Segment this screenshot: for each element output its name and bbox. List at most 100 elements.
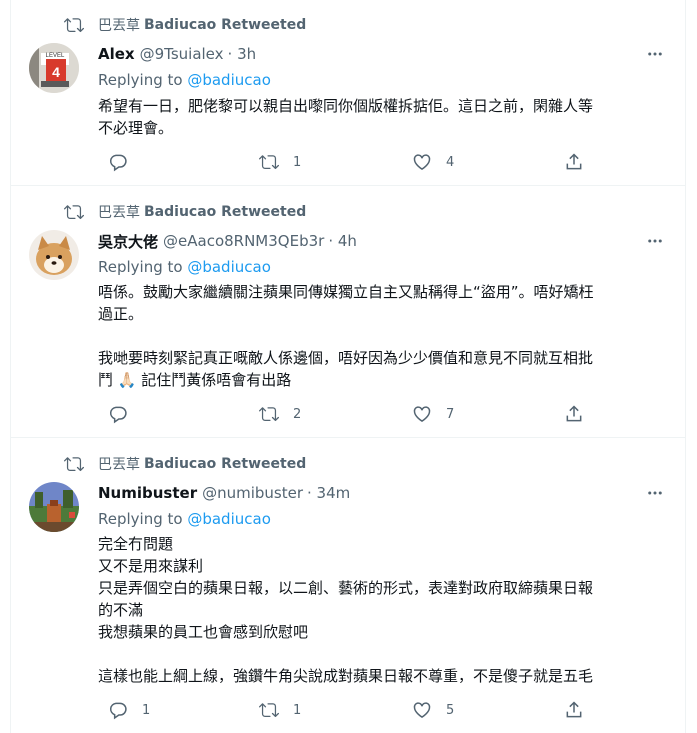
tweet-time[interactable]: · 4h — [328, 232, 357, 250]
like-icon — [413, 702, 431, 718]
avatar[interactable] — [29, 230, 79, 280]
timeline: 巴丟草 Badiucao Retweeted LEVEL 4 Alex @9Ts… — [10, 0, 686, 733]
tweet-text-line — [98, 643, 668, 665]
tweet[interactable]: 巴丟草 Badiucao Retweeted Numibuster @numib… — [11, 438, 685, 733]
tweet-text-line: 唔係。鼓勵大家繼續關注蘋果同傳媒獨立自主又點稱得上“盜用”。唔好矯枉 — [98, 283, 594, 301]
retweet-context: 巴丟草 Badiucao Retweeted — [64, 15, 306, 35]
retweet-button[interactable]: 2 — [259, 403, 301, 425]
replying-to: Replying to @badiucao — [98, 508, 271, 530]
retweet-count: 1 — [293, 154, 302, 170]
like-button[interactable]: 5 — [412, 699, 454, 721]
more-button[interactable] — [645, 231, 665, 251]
reply-button[interactable] — [108, 403, 142, 425]
tweet-text: 希望有一日，肥佬黎可以親自出嚟同你個版權拆掂佢。這日之前，閑雜人等 不必理會。 — [98, 95, 668, 139]
retweeter-name[interactable]: 巴丟草 — [98, 202, 140, 222]
avatar-level-number: 4 — [52, 64, 60, 80]
like-count: 7 — [446, 406, 455, 422]
retweet-button[interactable]: 1 — [259, 699, 301, 721]
reply-icon — [109, 702, 127, 720]
tweet-text-line: 希望有一日，肥佬黎可以親自出嚟同你個版權拆掂佢。這日之前，閑雜人等 — [98, 97, 594, 115]
tweet-time[interactable]: · 34m — [307, 484, 350, 502]
author-handle[interactable]: @eAaco8RNM3QEb3r — [163, 232, 324, 250]
tweet-actions: 1 1 5 — [98, 699, 582, 721]
replying-to-label: Replying to — [98, 510, 188, 528]
tweet-time[interactable]: · 3h — [228, 45, 257, 63]
tweet-text-line: 我哋要時刻緊記真正嘅敵人係邊個，唔好因為少少價值和意見不同就互相批 — [98, 349, 594, 367]
author-name[interactable]: 吳京大佬 — [98, 231, 158, 252]
retweeter-name[interactable]: 巴丟草 — [98, 454, 140, 474]
reply-button[interactable] — [108, 151, 142, 173]
tweet-text-line: 的不滿 — [98, 601, 144, 619]
like-count: 5 — [446, 702, 455, 718]
tweet-text-line: 這樣也能上綱上線，強鑽牛角尖說成對蘋果日報不尊重，不是傻子就是五毛 — [98, 667, 594, 685]
tweet-text-line: 鬥 🙏🏻 記住鬥黃係唔會有出路 — [98, 371, 292, 389]
tweet-text-line: 過正。 — [98, 305, 144, 323]
reply-button[interactable]: 1 — [108, 699, 150, 721]
tweet-text: 唔係。鼓勵大家繼續關注蘋果同傳媒獨立自主又點稱得上“盜用”。唔好矯枉 過正。 我… — [98, 281, 668, 391]
retweet-icon — [64, 205, 84, 220]
retweet-context: 巴丟草 Badiucao Retweeted — [64, 454, 306, 474]
avatar-level-text: LEVEL — [46, 53, 65, 59]
retweet-label[interactable]: Badiucao Retweeted — [144, 17, 306, 33]
like-icon — [413, 406, 431, 422]
more-icon — [648, 239, 662, 243]
replying-to: Replying to @badiucao — [98, 69, 271, 91]
share-icon — [566, 701, 582, 718]
like-count: 4 — [446, 154, 455, 170]
replying-to-label: Replying to — [98, 71, 188, 89]
retweet-count: 1 — [293, 702, 302, 718]
author-name[interactable]: Alex — [98, 45, 135, 63]
retweet-icon — [259, 703, 279, 718]
reply-count: 1 — [142, 702, 151, 718]
more-button[interactable] — [645, 483, 665, 503]
share-icon — [566, 405, 582, 422]
avatar-image — [29, 230, 79, 280]
retweet-label[interactable]: Badiucao Retweeted — [144, 204, 306, 220]
tweet-text-line: 完全冇問題 — [98, 535, 174, 553]
retweet-icon — [259, 407, 279, 422]
tweet[interactable]: 巴丟草 Badiucao Retweeted 吳京大佬 @eAaco8RNM3Q… — [11, 186, 685, 438]
like-button[interactable]: 4 — [412, 151, 454, 173]
share-button[interactable] — [564, 699, 584, 721]
mention-link[interactable]: @badiucao — [187, 71, 271, 89]
tweet-text: 完全冇問題 又不是用來謀利 只是弄個空白的蘋果日報，以二創、藝術的形式，表達對政… — [98, 533, 668, 687]
retweet-icon — [64, 18, 84, 33]
more-icon — [648, 491, 662, 495]
mention-link[interactable]: @badiucao — [187, 510, 271, 528]
tweet-text-line: 我想蘋果的員工也會感到欣慰吧 — [98, 623, 309, 641]
retweet-icon — [259, 155, 279, 170]
tweet-text-line: 只是弄個空白的蘋果日報，以二創、藝術的形式，表達對政府取締蘋果日報 — [98, 579, 594, 597]
tweet[interactable]: 巴丟草 Badiucao Retweeted LEVEL 4 Alex @9Ts… — [11, 0, 685, 186]
share-icon — [566, 153, 582, 170]
author-handle[interactable]: @numibuster — [202, 484, 303, 502]
tweet-actions: 1 4 — [98, 151, 582, 173]
tweet-header: 吳京大佬 @eAaco8RNM3QEb3r · 4h — [98, 230, 357, 252]
avatar-image — [29, 482, 79, 532]
retweet-count: 2 — [293, 406, 302, 422]
avatar[interactable] — [29, 482, 79, 532]
mention-link[interactable]: @badiucao — [187, 258, 271, 276]
retweeter-name[interactable]: 巴丟草 — [98, 15, 140, 35]
tweet-header: Numibuster @numibuster · 34m — [98, 482, 350, 504]
tweet-text-line — [98, 325, 668, 347]
tweet-header: Alex @9Tsuialex · 3h — [98, 43, 256, 65]
retweet-context: 巴丟草 Badiucao Retweeted — [64, 202, 306, 222]
share-button[interactable] — [564, 403, 584, 425]
retweet-button[interactable]: 1 — [259, 151, 301, 173]
author-handle[interactable]: @9Tsuialex — [140, 45, 224, 63]
retweet-label[interactable]: Badiucao Retweeted — [144, 456, 306, 472]
more-icon — [648, 52, 662, 56]
more-button[interactable] — [645, 44, 665, 64]
tweet-actions: 2 7 — [98, 403, 582, 425]
author-name[interactable]: Numibuster — [98, 484, 197, 502]
reply-icon — [109, 406, 127, 424]
avatar-image: LEVEL 4 — [29, 43, 79, 93]
avatar[interactable]: LEVEL 4 — [29, 43, 79, 93]
replying-to-label: Replying to — [98, 258, 188, 276]
retweet-icon — [64, 457, 84, 472]
like-button[interactable]: 7 — [412, 403, 454, 425]
like-icon — [413, 154, 431, 170]
replying-to: Replying to @badiucao — [98, 256, 271, 278]
tweet-text-line: 又不是用來謀利 — [98, 557, 204, 575]
share-button[interactable] — [564, 151, 584, 173]
